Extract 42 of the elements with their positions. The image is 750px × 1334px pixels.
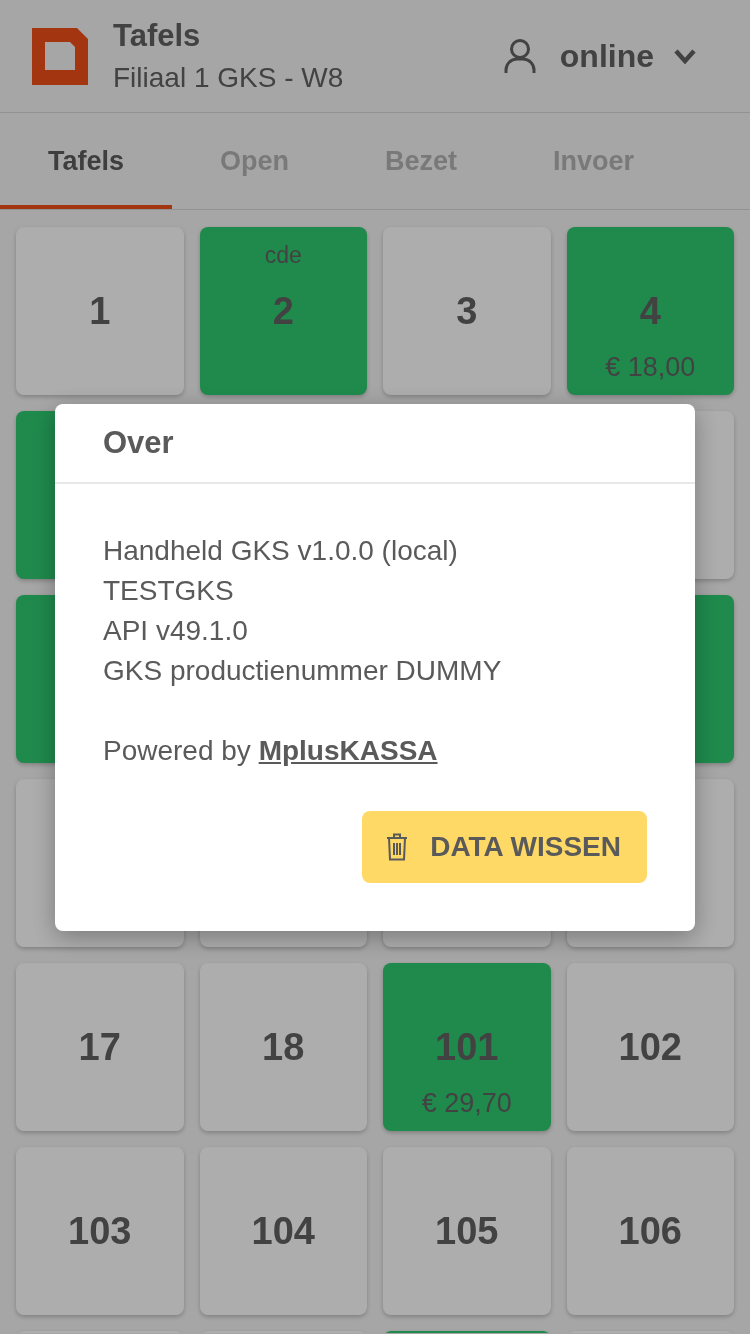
table-number: 105 (435, 1209, 499, 1253)
trash-icon (386, 832, 409, 861)
table-tile[interactable]: 17 (16, 963, 184, 1131)
info-line: API v49.1.0 (103, 613, 249, 648)
powered-by-text: Powered by MplusKASSA (103, 733, 439, 768)
table-number: 106 (618, 1209, 682, 1253)
table-tile[interactable]: 105 (383, 1147, 551, 1315)
table-tile[interactable]: 4 € 18,00 (566, 227, 734, 395)
table-number: 17 (78, 1025, 121, 1069)
guest-name: cde (264, 241, 302, 268)
table-number: 3 (456, 289, 478, 333)
table-number: 1 (89, 289, 111, 333)
table-tile[interactable]: 18 (199, 963, 367, 1131)
chevron-down-icon (674, 48, 696, 64)
logo-icon (32, 27, 88, 85)
table-number: 18 (262, 1025, 305, 1069)
table-tile[interactable]: 101 € 29,70 (383, 963, 551, 1131)
table-tile[interactable]: 3 (383, 227, 551, 395)
dialog-title: Over (103, 424, 174, 461)
table-tile[interactable]: 106 (566, 1147, 734, 1315)
table-tile[interactable]: 104 (199, 1147, 367, 1315)
table-amount: € 29,70 (421, 1088, 512, 1120)
info-line: GKS productienummer DUMMY (103, 653, 503, 688)
table-tile[interactable]: 102 (566, 963, 734, 1131)
table-number: 104 (251, 1209, 315, 1253)
table-tile[interactable]: 1 (16, 227, 184, 395)
table-amount: € 18,00 (605, 352, 696, 384)
table-tile[interactable]: 103 (16, 1147, 184, 1315)
table-tile[interactable]: cde 2 (199, 227, 367, 395)
table-number: 4 (639, 289, 661, 333)
table-number: 101 (435, 1025, 499, 1069)
table-number: 103 (68, 1209, 132, 1253)
status-dropdown[interactable]: online (503, 37, 696, 75)
clear-data-button[interactable]: DATA WISSEN (362, 810, 647, 883)
vendor-link[interactable]: MplusKASSA (258, 734, 438, 766)
table-number: 102 (618, 1025, 682, 1069)
user-icon (503, 39, 536, 73)
table-number: 2 (272, 289, 294, 333)
info-line: TESTGKS (103, 573, 235, 608)
page-title: Tafels (113, 18, 202, 54)
branch-subtitle: Filiaal 1 GKS - W8 (113, 62, 344, 94)
info-line: Handheld GKS v1.0.0 (local) (103, 533, 459, 568)
